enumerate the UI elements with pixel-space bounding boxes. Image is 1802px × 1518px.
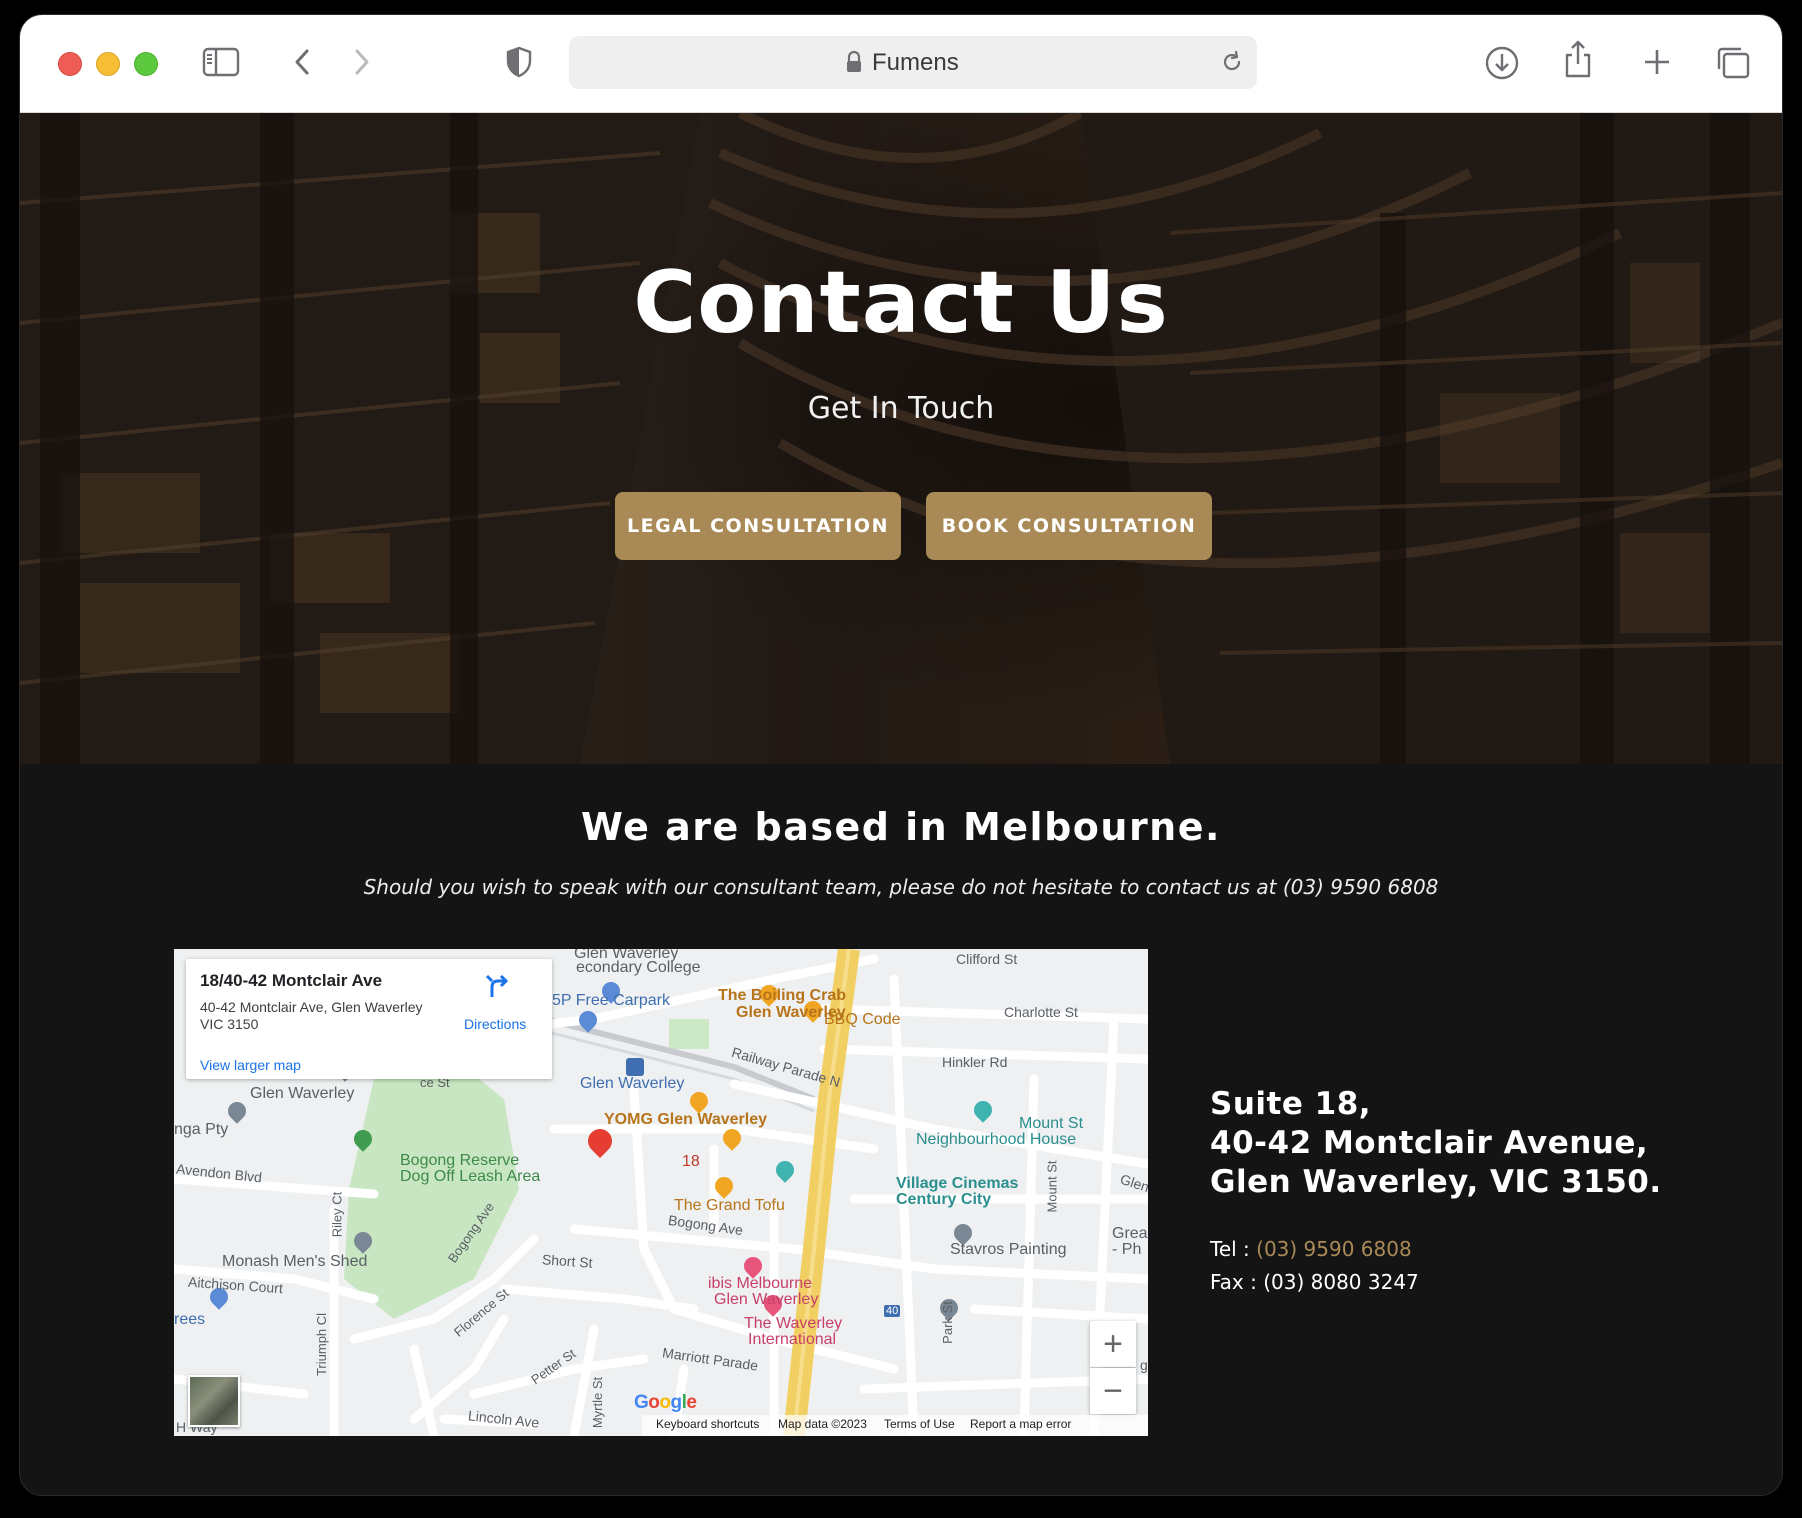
close-window-button[interactable] (58, 52, 82, 76)
fax-number: (03) 8080 3247 (1263, 1270, 1419, 1294)
address-line-1: Suite 18, (1210, 1086, 1372, 1122)
map-label: Clifford St (956, 951, 1018, 967)
map-label: Riley Ct (329, 1191, 345, 1238)
map-label: BBQ Code (824, 1011, 901, 1028)
address-bar[interactable]: Fumens (569, 36, 1257, 89)
address-bar-text: Fumens (872, 49, 959, 76)
download-icon[interactable] (1484, 45, 1520, 81)
zoom-window-button[interactable] (134, 52, 158, 76)
map-label: Dog Off Leash Area (400, 1168, 541, 1185)
shield-icon[interactable] (504, 45, 534, 81)
map-label: YOMG Glen Waverley (604, 1111, 768, 1128)
map-label: International (748, 1331, 837, 1348)
map-label: The Boiling Crab (718, 987, 846, 1004)
directions-icon[interactable] (484, 973, 510, 1003)
browser-window: Fumens Contact Us Get In Touch LEGAL CON… (20, 15, 1782, 1495)
map-label: Mount St (1044, 1160, 1060, 1213)
address-line-2: 40-42 Montclair Avenue, (1210, 1125, 1649, 1161)
keyboard-shortcuts-link[interactable]: Keyboard shortcuts (656, 1417, 759, 1431)
page-title: Contact Us (633, 253, 1169, 353)
lock-icon (845, 50, 863, 78)
train-station-icon[interactable] (626, 1058, 644, 1076)
map-label: 5P Free Carpark (552, 992, 670, 1009)
reload-icon[interactable] (1219, 49, 1245, 79)
map-label: Glen Waverley (714, 1291, 819, 1308)
map-label: Monash Men's Shed (222, 1253, 368, 1270)
new-tab-icon[interactable] (1640, 45, 1674, 81)
route-shield: 40 (884, 1305, 901, 1317)
map-label: Short St (541, 1251, 594, 1271)
tabs-overview-icon[interactable] (1714, 45, 1752, 81)
map-label: nga Pty (174, 1121, 229, 1138)
map-label: Glen Waverley (580, 1075, 685, 1092)
map-label: Glen Waverley (250, 1085, 355, 1102)
hero-banner: Contact Us Get In Touch LEGAL CONSULTATI… (20, 113, 1782, 764)
map-label: Park St (939, 1301, 955, 1344)
map-label: g (1140, 1357, 1148, 1373)
map-label: 18 (682, 1153, 700, 1170)
zoom-out-button[interactable]: − (1090, 1368, 1136, 1414)
sidebar-icon[interactable] (202, 45, 240, 81)
map-label: Hinkler Rd (942, 1054, 1008, 1070)
map-label: Neighbourhood House (916, 1131, 1077, 1148)
map-label: Myrtle St (590, 1376, 606, 1429)
terms-of-use-link[interactable]: Terms of Use (884, 1417, 955, 1431)
map-label: Stavros Painting (950, 1241, 1067, 1258)
directions-link[interactable]: Directions (464, 1016, 526, 1032)
book-consultation-button[interactable]: BOOK CONSULTATION (926, 492, 1212, 560)
tel-label: Tel : (1210, 1237, 1257, 1261)
map-label: Century City (896, 1191, 992, 1208)
browser-toolbar: Fumens (20, 15, 1782, 113)
map-label: Triumph Cl (314, 1312, 330, 1377)
satellite-toggle-thumbnail[interactable] (188, 1375, 240, 1427)
map-label: econdary College (576, 959, 701, 976)
map-label: rees (174, 1311, 206, 1328)
map-label: Charlotte St (1004, 1004, 1078, 1020)
zoom-in-button[interactable]: + (1090, 1321, 1136, 1367)
map-data-credit: Map data ©2023 (778, 1417, 867, 1431)
hero-overlay (20, 113, 1782, 764)
google-logo: Google (634, 1392, 697, 1413)
location-heading: We are based in Melbourne. (581, 805, 1221, 849)
view-larger-map-link[interactable]: View larger map (200, 1057, 301, 1073)
page-subtitle: Get In Touch (807, 391, 995, 426)
map-label: - Ph (1112, 1241, 1142, 1258)
map-label: The Grand Tofu (674, 1197, 785, 1214)
tel-number-link[interactable]: (03) 9590 6808 (1256, 1237, 1412, 1261)
map-place-title: 18/40-42 Montclair Ave (200, 971, 383, 990)
google-map[interactable]: Glen Waverley econdary College 5P Free C… (174, 949, 1148, 1436)
legal-consultation-button[interactable]: LEGAL CONSULTATION (615, 492, 901, 560)
map-place-address: 40-42 Montclair Ave, Glen Waverley VIC 3… (200, 999, 423, 1032)
location-description: Should you wish to speak with our consul… (363, 875, 1439, 899)
fax-label: Fax : (1210, 1270, 1264, 1294)
telephone-line: Tel : (03) 9590 6808 (1210, 1237, 1412, 1261)
back-icon[interactable] (290, 45, 314, 81)
fax-line: Fax : (03) 8080 3247 (1210, 1270, 1419, 1294)
forward-icon[interactable] (350, 45, 374, 81)
share-icon[interactable] (1562, 39, 1594, 78)
office-address: Suite 18, 40-42 Montclair Avenue, Glen W… (1210, 1085, 1662, 1202)
report-map-error-link[interactable]: Report a map error (970, 1417, 1071, 1431)
minimize-window-button[interactable] (96, 52, 120, 76)
address-line-3: Glen Waverley, VIC 3150. (1210, 1164, 1662, 1200)
map-info-card: 18/40-42 Montclair Ave 40-42 Montclair A… (186, 959, 552, 1079)
